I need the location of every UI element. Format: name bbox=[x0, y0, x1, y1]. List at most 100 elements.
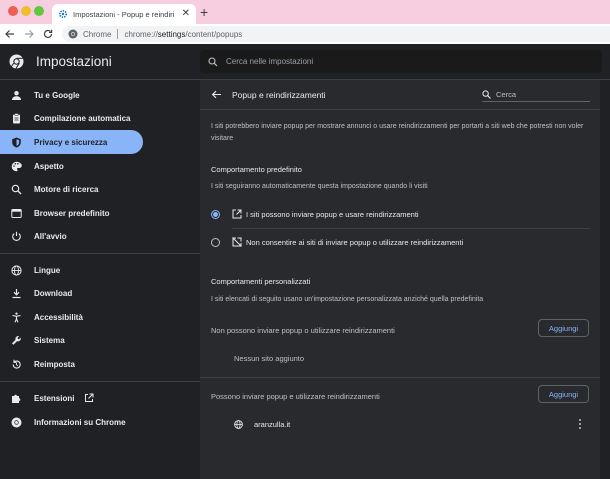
search-icon bbox=[482, 90, 491, 99]
settings-gear-icon bbox=[58, 9, 68, 19]
sidebar-item-you-and-google[interactable]: Tu e Google bbox=[0, 83, 143, 107]
tab-title: Impostazioni - Popup e reindiri bbox=[73, 9, 175, 19]
search-icon bbox=[11, 184, 22, 195]
popup-blocked-icon bbox=[232, 237, 242, 247]
sidebar-item-label: Reimposta bbox=[34, 359, 75, 369]
option-block-label: Non consentire ai siti di inviare popup … bbox=[246, 237, 464, 247]
new-tab-button[interactable]: + bbox=[200, 5, 208, 19]
subpage-search-input[interactable] bbox=[496, 90, 586, 99]
person-icon bbox=[11, 90, 22, 101]
sidebar-item-label: Tu e Google bbox=[34, 90, 80, 100]
sidebar-divider bbox=[0, 381, 200, 382]
browser-icon bbox=[11, 208, 22, 219]
wrench-icon bbox=[11, 335, 22, 346]
url-text: chrome://settings/content/popups bbox=[124, 29, 243, 39]
palette-icon bbox=[11, 161, 22, 172]
reload-button[interactable] bbox=[40, 26, 56, 42]
default-behavior-subtitle: I siti seguiranno automaticamente questa… bbox=[211, 183, 428, 190]
sidebar-item-downloads[interactable]: Download bbox=[0, 281, 143, 305]
close-window-button[interactable] bbox=[8, 6, 18, 16]
default-behavior-heading: Comportamento predefinito bbox=[211, 165, 302, 174]
sidebar-item-reset[interactable]: Reimposta bbox=[0, 352, 143, 376]
globe-icon bbox=[234, 419, 243, 429]
allowed-site-name: aranzulla.it bbox=[254, 419, 291, 429]
radio-block[interactable] bbox=[211, 237, 220, 247]
subpage-search[interactable] bbox=[482, 88, 590, 102]
clipboard-icon bbox=[11, 112, 22, 124]
address-bar[interactable]: Chrome chrome://settings/content/popups bbox=[62, 26, 610, 42]
shield-icon bbox=[11, 137, 22, 148]
sidebar-item-label: Accessibilità bbox=[34, 312, 83, 322]
subpage-title: Popup e reindirizzamenti bbox=[232, 90, 326, 100]
custom-behavior-subtitle: I siti elencati di seguito usano un'impo… bbox=[211, 296, 484, 303]
option-allow-label: I siti possono inviare popup e usare rei… bbox=[246, 209, 419, 219]
popups-settings-card: Popup e reindirizzamenti I siti potrebbe… bbox=[200, 80, 600, 479]
sidebar-item-on-startup[interactable]: All'avvio bbox=[0, 224, 143, 248]
maximize-window-button[interactable] bbox=[34, 6, 44, 16]
sidebar-item-label: Motore di ricerca bbox=[34, 184, 99, 194]
blocked-empty-text: Nessun sito aggiunto bbox=[234, 354, 305, 363]
minimize-window-button[interactable] bbox=[21, 6, 31, 16]
arrow-left-icon bbox=[5, 30, 14, 38]
popup-icon bbox=[232, 209, 242, 219]
puzzle-icon bbox=[11, 393, 22, 404]
sidebar-divider bbox=[0, 253, 200, 254]
sidebar-item-appearance[interactable]: Aspetto bbox=[0, 154, 143, 178]
back-arrow-icon[interactable] bbox=[211, 89, 222, 100]
settings-header: Impostazioni bbox=[0, 44, 610, 80]
sidebar-item-languages[interactable]: Lingue bbox=[0, 258, 143, 282]
sidebar-item-extensions[interactable]: Estensioni bbox=[0, 386, 143, 410]
header-divider bbox=[200, 109, 600, 110]
sidebar-item-accessibility[interactable]: Accessibilità bbox=[0, 305, 143, 329]
chrome-icon bbox=[11, 417, 22, 428]
search-icon bbox=[208, 56, 218, 67]
chrome-icon bbox=[68, 29, 78, 39]
chrome-logo-icon bbox=[9, 54, 24, 69]
sidebar-item-autofill[interactable]: Compilazione automatica bbox=[0, 106, 143, 130]
sidebar-item-label: Sistema bbox=[34, 335, 65, 345]
more-vert-icon[interactable] bbox=[576, 418, 584, 430]
blocked-list-label: Non possono inviare popup o utilizzare r… bbox=[211, 326, 395, 335]
sidebar-item-label: Download bbox=[34, 288, 73, 298]
add-blocked-site-button[interactable]: Aggiungi bbox=[538, 319, 589, 337]
page-title: Impostazioni bbox=[36, 54, 112, 69]
sidebar-item-privacy[interactable]: Privacy e sicurezza bbox=[0, 130, 143, 154]
browser-tab-settings[interactable]: Impostazioni - Popup e reindiri ✕ bbox=[52, 4, 196, 24]
omnibox-separator bbox=[117, 29, 119, 39]
back-button[interactable] bbox=[2, 26, 18, 42]
forward-button[interactable] bbox=[21, 26, 37, 42]
browser-toolbar: Chrome chrome://settings/content/popups bbox=[0, 24, 610, 44]
reload-icon bbox=[43, 29, 53, 39]
reset-icon bbox=[11, 359, 22, 370]
sidebar-item-system[interactable]: Sistema bbox=[0, 328, 143, 352]
page-description: I siti potrebbero inviare popup per most… bbox=[211, 123, 584, 142]
sidebar-item-default-browser[interactable]: Browser predefinito bbox=[0, 201, 143, 225]
sidebar-item-label: Browser predefinito bbox=[34, 208, 110, 218]
allowed-list-label: Possono inviare popup e utilizzare reind… bbox=[211, 392, 380, 401]
sidebar-item-search-engine[interactable]: Motore di ricerca bbox=[0, 177, 143, 201]
omnibox-chip: Chrome bbox=[83, 29, 112, 39]
radio-allow[interactable] bbox=[211, 209, 220, 219]
sidebar-item-label: Compilazione automatica bbox=[34, 113, 131, 123]
sidebar: Tu e Google Compilazione automatica Priv… bbox=[0, 81, 200, 479]
sidebar-item-label: Lingue bbox=[34, 265, 61, 275]
external-link-icon bbox=[84, 393, 94, 403]
sidebar-item-label: Estensioni bbox=[34, 393, 75, 403]
allowed-site-row[interactable]: aranzulla.it bbox=[234, 417, 584, 431]
add-allowed-site-button[interactable]: Aggiungi bbox=[538, 385, 589, 403]
sidebar-item-about-chrome[interactable]: Informazioni su Chrome bbox=[0, 410, 143, 434]
sidebar-item-label: All'avvio bbox=[34, 231, 67, 241]
accessibility-icon bbox=[11, 312, 22, 323]
tab-strip: Impostazioni - Popup e reindiri ✕ + bbox=[0, 0, 610, 24]
arrow-right-icon bbox=[25, 30, 34, 38]
option-divider bbox=[232, 228, 590, 229]
custom-behavior-heading: Comportamenti personalizzati bbox=[211, 277, 311, 286]
globe-icon bbox=[11, 264, 22, 276]
settings-search-input[interactable] bbox=[226, 57, 566, 66]
option-block-popups[interactable]: Non consentire ai siti di inviare popup … bbox=[211, 232, 591, 252]
tab-close-icon[interactable]: ✕ bbox=[182, 9, 190, 19]
download-icon bbox=[11, 288, 22, 299]
settings-search[interactable] bbox=[200, 50, 602, 73]
option-allow-popups[interactable]: I siti possono inviare popup e usare rei… bbox=[211, 204, 591, 224]
power-icon bbox=[11, 231, 22, 242]
